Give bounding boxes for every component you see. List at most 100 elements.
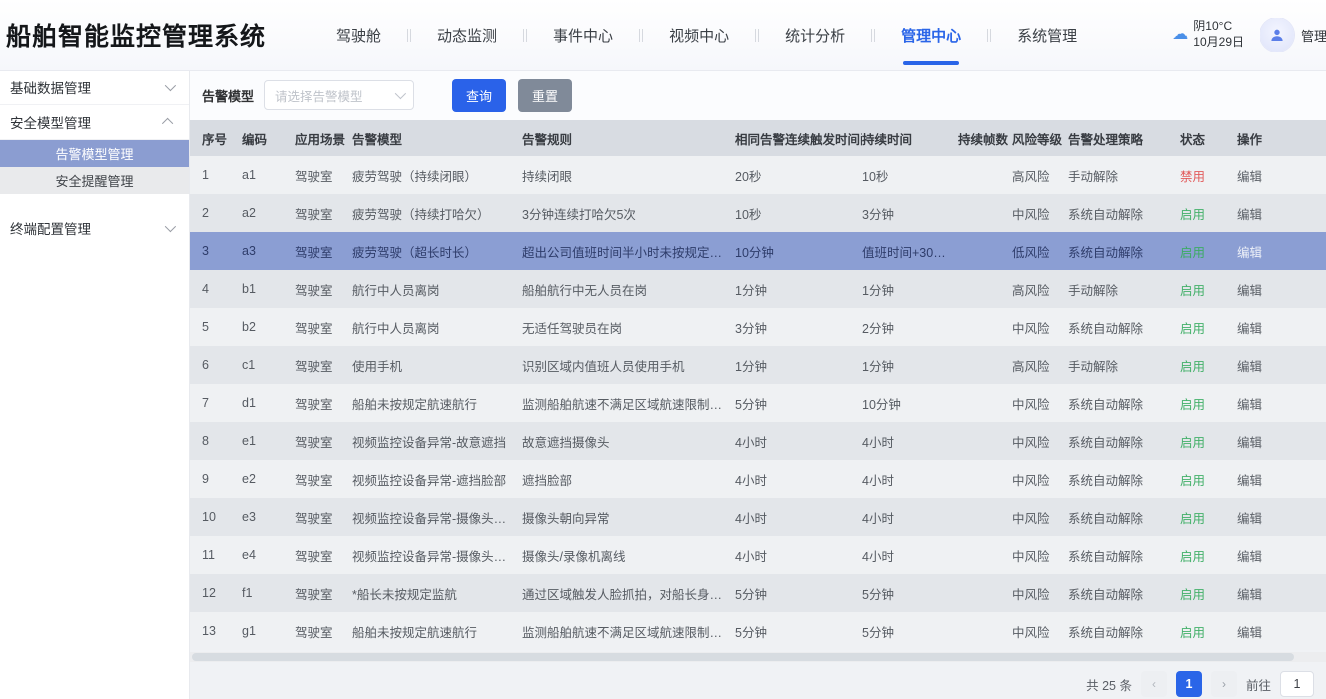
cell-frames [958,612,1012,650]
column-header: 告警模型 [352,120,522,156]
prev-page-button[interactable]: ‹ [1141,671,1167,697]
edit-link[interactable]: 编辑 [1237,194,1326,232]
cell-interval: 5分钟 [735,574,862,612]
filter-bar: 告警模型 请选择告警模型 查询 重置 [190,70,1326,120]
edit-link[interactable]: 编辑 [1237,156,1326,194]
table-row[interactable]: 12f1驾驶室*船长未按规定监航通过区域触发人脸抓拍，对船长身份...5分钟5分… [190,574,1326,612]
cell-interval: 1分钟 [735,270,862,308]
cell-model: 疲劳驾驶（持续打哈欠） [352,194,522,232]
avatar[interactable] [1260,18,1294,52]
table-row[interactable]: 5b2驾驶室航行中人员离岗无适任驾驶员在岗3分钟2分钟中风险系统自动解除启用编辑 [190,308,1326,346]
edit-link[interactable]: 编辑 [1237,612,1326,650]
nav-item-2[interactable]: 事件中心 [529,0,637,70]
table-row[interactable]: 10e3驾驶室视频监控设备异常-摄像头朝向异常摄像头朝向异常4小时4小时中风险系… [190,498,1326,536]
next-page-button[interactable]: › [1211,671,1237,697]
table-row[interactable]: 13g1驾驶室船舶未按规定航速航行监测船舶航速不满足区域航速限制规定5分钟5分钟… [190,612,1326,650]
current-page-button[interactable]: 1 [1176,671,1202,697]
cell-risk: 中风险 [1012,460,1068,498]
sidebar-item-safety-reminder-mgmt[interactable]: 安全提醒管理 [0,167,189,194]
edit-link[interactable]: 编辑 [1237,270,1326,308]
table-row[interactable]: 2a2驾驶室疲劳驾驶（持续打哈欠）3分钟连续打哈欠5次10秒3分钟中风险系统自动… [190,194,1326,232]
chevron-down-icon [395,88,406,99]
reset-button[interactable]: 重置 [518,79,572,112]
nav-item-1[interactable]: 动态监测 [413,0,521,70]
table-row[interactable]: 1a1驾驶室疲劳驾驶（持续闭眼）持续闭眼20秒10秒高风险手动解除禁用编辑 [190,156,1326,194]
cell-scene: 驾驶室 [295,346,352,384]
user-label: 管理 [1301,26,1326,45]
table-row[interactable]: 4b1驾驶室航行中人员离岗船舶航行中无人员在岗1分钟1分钟高风险手动解除启用编辑 [190,270,1326,308]
edit-link[interactable]: 编辑 [1237,536,1326,574]
table-row[interactable]: 7d1驾驶室船舶未按规定航速航行监测船舶航速不满足区域航速限制规定5分钟10分钟… [190,384,1326,422]
table-row[interactable]: 6c1驾驶室使用手机识别区域内值班人员使用手机1分钟1分钟高风险手动解除启用编辑 [190,346,1326,384]
cell-risk: 中风险 [1012,612,1068,650]
chevron-down-icon [165,220,176,231]
cell-frames [958,156,1012,194]
cell-duration: 5分钟 [862,574,958,612]
pagination: 共 25 条 ‹ 1 › 前往 [190,662,1326,697]
cell-model: 航行中人员离岗 [352,308,522,346]
search-button[interactable]: 查询 [452,79,506,112]
scrollbar-thumb[interactable] [192,653,1294,661]
table-row[interactable]: 3a3驾驶室疲劳驾驶（超长时长）超出公司值班时间半小时未按规定交接10分钟值班时… [190,232,1326,270]
user-menu[interactable]: 管理 [1260,18,1326,52]
nav-item-6[interactable]: 系统管理 [993,0,1101,70]
horizontal-scrollbar[interactable] [190,652,1326,662]
cell-frames [958,422,1012,460]
column-header: 相同告警连续触发时间间隔 [735,120,862,156]
weather-temp: 阴10°C [1193,19,1244,35]
table-row[interactable]: 8e1驾驶室视频监控设备异常-故意遮挡故意遮挡摄像头4小时4小时中风险系统自动解… [190,422,1326,460]
table-body: 1a1驾驶室疲劳驾驶（持续闭眼）持续闭眼20秒10秒高风险手动解除禁用编辑2a2… [190,156,1326,650]
cell-scene: 驾驶室 [295,574,352,612]
cell-interval: 5分钟 [735,384,862,422]
edit-link[interactable]: 编辑 [1237,346,1326,384]
cell-rule: 监测船舶航速不满足区域航速限制规定 [522,384,735,422]
cell-model: 视频监控设备异常-故意遮挡 [352,422,522,460]
edit-link[interactable]: 编辑 [1237,498,1326,536]
cell-scene: 驾驶室 [295,536,352,574]
edit-link[interactable]: 编辑 [1237,460,1326,498]
cell-code: a3 [242,232,295,270]
nav-item-5[interactable]: 管理中心 [877,0,985,70]
cell-model: 视频监控设备异常-遮挡脸部 [352,460,522,498]
cell-frames [958,574,1012,612]
chevron-down-icon [165,80,176,91]
edit-link[interactable]: 编辑 [1237,308,1326,346]
goto-page-input[interactable] [1280,671,1314,697]
edit-link[interactable]: 编辑 [1237,384,1326,422]
cell-strategy: 系统自动解除 [1068,384,1180,422]
cell-interval: 10分钟 [735,232,862,270]
cell-interval: 4小时 [735,498,862,536]
cell-frames [958,498,1012,536]
cell-rule: 超出公司值班时间半小时未按规定交接 [522,232,735,270]
edit-link[interactable]: 编辑 [1237,422,1326,460]
chevron-up-icon [162,118,173,129]
cell-strategy: 系统自动解除 [1068,574,1180,612]
nav-item-0[interactable]: 驾驶舱 [312,0,405,70]
nav-item-4[interactable]: 统计分析 [761,0,869,70]
cell-no: 5 [190,308,242,346]
user-icon [1268,26,1286,44]
goto-label: 前往 [1246,675,1271,694]
cell-rule: 遮挡脸部 [522,460,735,498]
column-header: 告警处理策略 [1068,120,1180,156]
column-header: 编码 [242,120,295,156]
cell-no: 2 [190,194,242,232]
sidebar-item-alert-model-mgmt[interactable]: 告警模型管理 [0,140,189,167]
alert-model-select[interactable]: 请选择告警模型 [264,80,414,110]
cell-risk: 低风险 [1012,232,1068,270]
cell-model: 疲劳驾驶（持续闭眼） [352,156,522,194]
edit-link[interactable]: 编辑 [1237,574,1326,612]
cell-code: a2 [242,194,295,232]
sidebar-group-safety-model[interactable]: 安全模型管理 [0,105,189,140]
edit-link[interactable]: 编辑 [1237,232,1326,270]
main-nav: 驾驶舱动态监测事件中心视频中心统计分析管理中心系统管理 [312,0,1101,70]
table-row[interactable]: 9e2驾驶室视频监控设备异常-遮挡脸部遮挡脸部4小时4小时中风险系统自动解除启用… [190,460,1326,498]
cell-scene: 驾驶室 [295,194,352,232]
nav-item-3[interactable]: 视频中心 [645,0,753,70]
cell-rule: 持续闭眼 [522,156,735,194]
cell-rule: 通过区域触发人脸抓拍，对船长身份... [522,574,735,612]
sidebar-group-terminal-config[interactable]: 终端配置管理 [0,210,189,245]
sidebar-group-basic-data[interactable]: 基础数据管理 [0,70,189,105]
table-row[interactable]: 11e4驾驶室视频监控设备异常-摄像头离线摄像头/录像机离线4小时4小时中风险系… [190,536,1326,574]
cell-scene: 驾驶室 [295,422,352,460]
